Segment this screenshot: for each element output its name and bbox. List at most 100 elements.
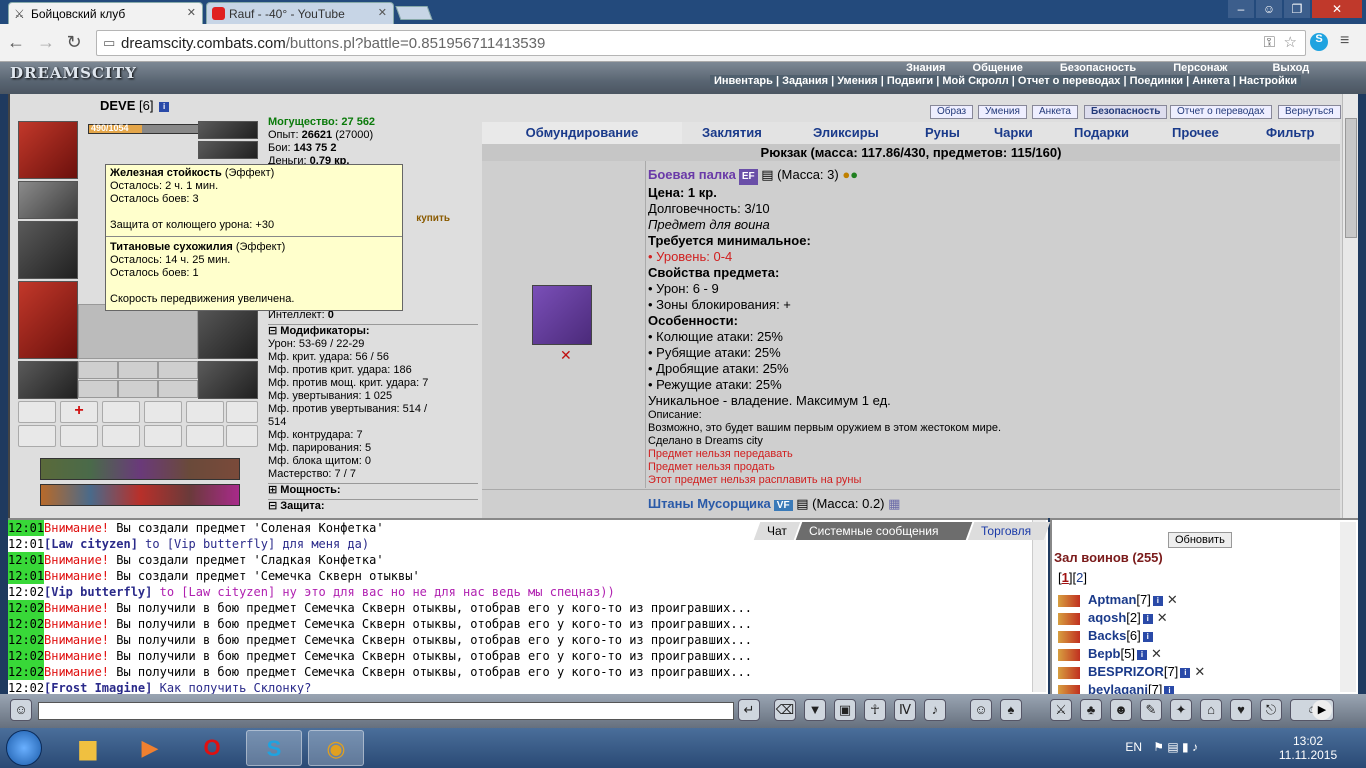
info-icon[interactable]: i <box>1142 613 1153 624</box>
opera-icon[interactable]: O <box>184 730 240 766</box>
item-name[interactable]: Боевая палка <box>648 167 736 182</box>
modifiers-header[interactable]: ⊟ Модификаторы: <box>268 324 478 338</box>
chat-timestamp[interactable]: 12:02 <box>8 680 44 694</box>
empty-scroll-slot[interactable] <box>226 401 258 423</box>
item2-name[interactable]: Штаны Мусорщика <box>648 496 771 511</box>
copy-icon[interactable]: ▤ <box>796 496 808 511</box>
tab-gifts[interactable]: Подарки <box>1074 125 1129 140</box>
chat-scrollbar[interactable] <box>1032 520 1046 692</box>
chat-timestamp[interactable]: 12:01 <box>8 552 44 568</box>
tray-icons[interactable]: ⚑ ▤ ▮ ♪ <box>1153 740 1198 754</box>
info-icon[interactable]: i <box>1136 649 1147 660</box>
effects-row-1[interactable] <box>40 458 240 480</box>
tab-runes[interactable]: Руны <box>925 125 960 140</box>
save-icon[interactable]: ▣ <box>834 699 856 721</box>
windows-start-icon[interactable] <box>6 730 42 766</box>
battle-icon[interactable]: ✕ <box>1157 610 1168 625</box>
tab-elixirs[interactable]: Эликсиры <box>813 125 879 140</box>
empty-scroll-slot[interactable] <box>186 425 224 447</box>
menu-exit[interactable]: Выход <box>1272 62 1309 74</box>
helmet-icon[interactable]: ♠ <box>1000 699 1022 721</box>
chat-timestamp[interactable]: 12:01 <box>8 568 44 584</box>
close-icon[interactable]: ✕ <box>378 6 387 19</box>
new-tab-button[interactable] <box>395 6 433 20</box>
bag-icon[interactable]: ♣ <box>1080 699 1102 721</box>
reload-icon[interactable]: ↻ <box>64 32 84 53</box>
empty-scroll-slot[interactable] <box>226 425 258 447</box>
effects-row-2[interactable] <box>40 484 240 506</box>
potion-slot[interactable] <box>18 401 56 423</box>
security-button[interactable]: Безопасность <box>1084 105 1168 119</box>
player-name[interactable]: beylaqani <box>1088 682 1148 694</box>
image-button[interactable]: Образ <box>930 105 974 119</box>
amulet-slot[interactable] <box>198 121 258 139</box>
play-icon[interactable]: ▶ <box>1312 700 1332 720</box>
submenu-transfers[interactable]: Отчет о переводах <box>1018 75 1121 87</box>
empty-slot[interactable] <box>78 361 118 379</box>
orb-scroll-slot[interactable] <box>144 401 182 423</box>
player-entry[interactable]: BESPRIZOR[7] i ✕ <box>1058 664 1205 680</box>
chat-timestamp[interactable]: 12:01 <box>8 520 44 536</box>
side-scrollbar[interactable] <box>1340 522 1356 692</box>
page-2[interactable]: 2 <box>1076 570 1083 585</box>
main-scrollbar[interactable] <box>1342 94 1358 518</box>
player-entry[interactable]: Aptman[7] i ✕ <box>1058 592 1178 608</box>
chat-input[interactable] <box>38 702 734 720</box>
chrome-icon[interactable]: ◉ <box>308 730 364 766</box>
language-indicator[interactable]: EN <box>1125 740 1142 754</box>
tab-combats[interactable]: ⚔ Бойцовский клуб ✕ <box>8 2 203 24</box>
menu-icon[interactable]: ≡ <box>1340 32 1349 50</box>
back-icon[interactable]: ← <box>6 32 26 53</box>
player-name[interactable]: aqosh <box>1088 610 1126 625</box>
helmet-slot[interactable] <box>18 121 78 179</box>
refresh-button[interactable]: Обновить <box>1168 532 1232 548</box>
menu-communication[interactable]: Общение <box>973 62 1023 74</box>
player-name[interactable]: BESPRIZOR <box>1088 664 1164 679</box>
forward-icon[interactable]: → <box>36 32 56 53</box>
skills-button[interactable]: Умения <box>978 105 1027 119</box>
eraser-icon[interactable]: ⌫ <box>774 699 796 721</box>
battle-icon[interactable]: ✕ <box>1151 646 1162 661</box>
tab-charms[interactable]: Чарки <box>994 125 1033 140</box>
clock[interactable]: 13:02 11.11.2015 <box>1278 734 1338 762</box>
media-player-icon[interactable]: ▶ <box>122 730 178 766</box>
delete-icon[interactable]: ✕ <box>560 347 572 364</box>
submenu-settings[interactable]: Настройки <box>1239 75 1297 87</box>
player-entry[interactable]: Backs[6] i <box>1058 628 1153 643</box>
heal-scroll-icon[interactable]: + <box>60 401 98 423</box>
info-icon[interactable]: i <box>1142 631 1153 642</box>
key-icon[interactable]: ⚿ <box>1264 34 1275 51</box>
power-header[interactable]: ⊞ Мощность: <box>268 483 478 497</box>
buy-link[interactable]: купить <box>416 213 450 224</box>
info-icon[interactable]: i <box>159 101 170 112</box>
speaker-icon[interactable]: ♪ <box>924 699 946 721</box>
user-icon[interactable]: ☺ <box>1256 0 1282 18</box>
chat-timestamp[interactable]: 12:02 <box>8 648 44 664</box>
cat-icon[interactable]: ♥ <box>1230 699 1252 721</box>
transfers-button[interactable]: Отчет о переводах <box>1170 105 1272 119</box>
submenu-feats[interactable]: Подвиги <box>887 75 933 87</box>
tab-equipment[interactable]: Обмундирование <box>482 122 682 144</box>
chat-timestamp[interactable]: 12:01 <box>8 536 44 552</box>
chat-sender[interactable]: [Law cityzen] <box>44 537 138 551</box>
menu-security[interactable]: Безопасность <box>1060 62 1136 74</box>
tab-filter[interactable]: Фильтр <box>1266 125 1315 140</box>
tab-other[interactable]: Прочее <box>1172 125 1219 140</box>
translit-icon[interactable]: Ⅳ <box>894 699 916 721</box>
player-name[interactable]: Backs <box>1088 628 1126 643</box>
info-icon[interactable]: i <box>1180 667 1191 678</box>
skype-icon[interactable]: S <box>246 730 302 766</box>
info-icon[interactable]: i <box>1152 595 1163 606</box>
battle-icon[interactable]: ✕ <box>1167 592 1178 607</box>
person-icon[interactable]: ☥ <box>864 699 886 721</box>
player-name[interactable]: Aptman <box>1088 592 1136 607</box>
belt-slot[interactable] <box>18 361 78 399</box>
submenu-duels[interactable]: Поединки <box>1130 75 1183 87</box>
chat-settings-icon[interactable]: ☺ <box>10 699 32 721</box>
return-button[interactable]: Вернуться <box>1278 105 1341 119</box>
club-item-image[interactable] <box>532 285 592 345</box>
empty-scroll-slot[interactable] <box>102 425 140 447</box>
question-scroll-slot[interactable] <box>18 425 56 447</box>
exit-icon[interactable]: ⎋ <box>1260 699 1282 721</box>
submenu-inventory[interactable]: Инвентарь <box>714 75 773 87</box>
